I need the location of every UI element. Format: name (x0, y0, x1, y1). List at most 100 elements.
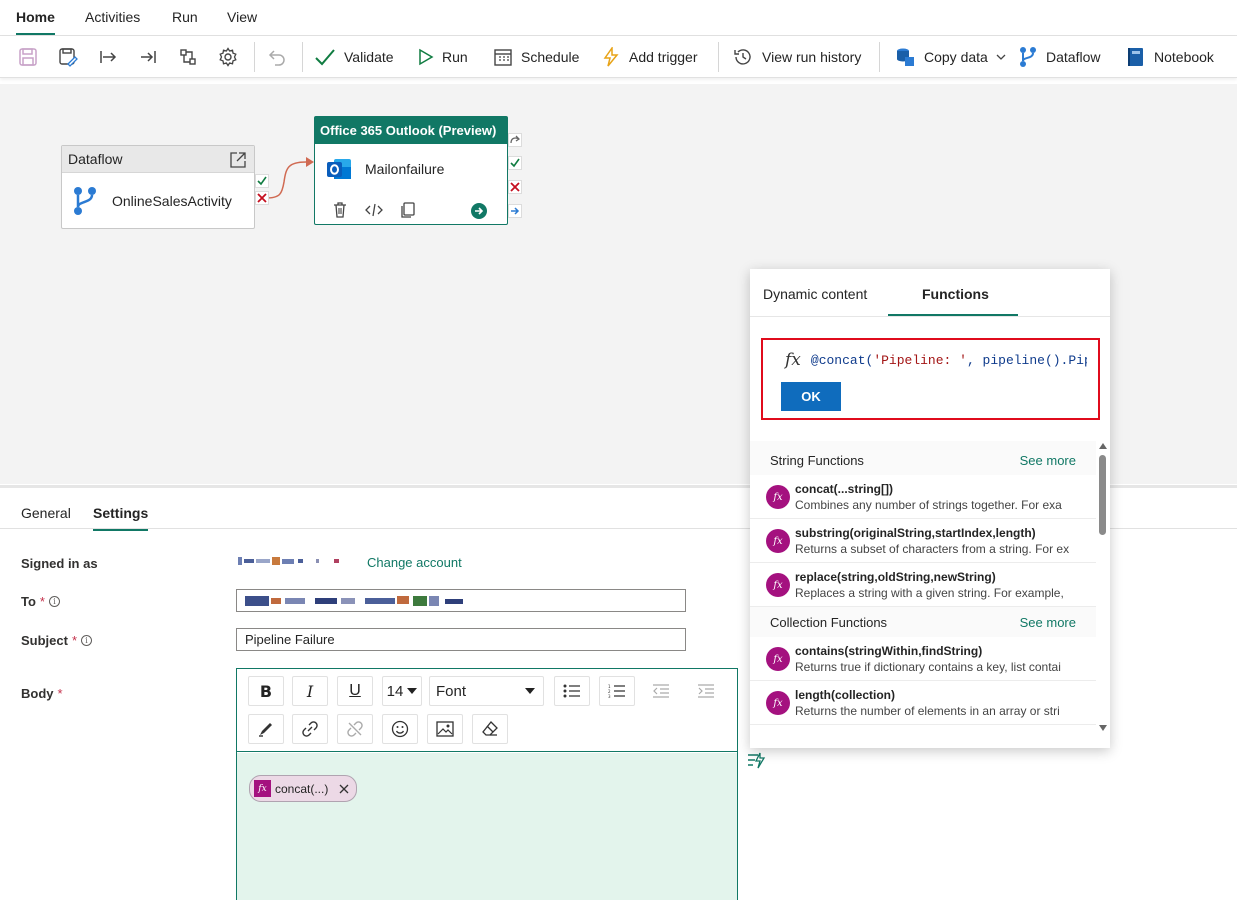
underline-button[interactable]: U (337, 676, 373, 706)
code-icon[interactable] (365, 201, 383, 219)
to-field[interactable] (236, 589, 686, 612)
outlook-activity[interactable]: Office 365 Outlook (Preview) Mailonfailu… (314, 116, 508, 225)
dataflow-icon (1020, 47, 1036, 67)
caret-down-icon (407, 688, 418, 694)
chip-label: concat(...) (275, 781, 329, 796)
expression-rest: , pipeline().Pip (966, 352, 1087, 368)
tab-dynamic-content[interactable]: Dynamic content (763, 286, 867, 302)
see-more-link[interactable]: See more (1020, 615, 1076, 630)
go-arrow-icon[interactable] (471, 203, 487, 219)
tab-functions[interactable]: Functions (922, 286, 989, 302)
scroll-thumb[interactable] (1099, 455, 1106, 535)
toolbar-divider (718, 42, 719, 72)
skipped-arrow-icon[interactable] (508, 133, 522, 147)
validate-button[interactable]: Validate (314, 44, 394, 70)
section-header: Collection Functions See more (750, 606, 1096, 638)
completion-arrow-icon[interactable] (508, 204, 522, 218)
highlight-pen-button[interactable] (248, 714, 284, 744)
function-item[interactable]: fx substring(originalString,startIndex,l… (750, 519, 1096, 563)
view-run-history-button[interactable]: View run history (732, 44, 861, 70)
open-external-icon[interactable] (229, 151, 247, 169)
bold-button[interactable]: B (248, 676, 284, 706)
schedule-button[interactable]: Schedule (493, 44, 579, 70)
decrease-indent-button[interactable] (643, 676, 679, 706)
tab-settings[interactable]: Settings (93, 505, 149, 531)
fx-icon: fx (254, 780, 271, 797)
add-trigger-label: Add trigger (629, 49, 698, 65)
function-item-partial[interactable]: fx (750, 725, 1096, 735)
body-content-area[interactable]: fx concat(...) (237, 753, 737, 900)
delete-icon[interactable] (331, 201, 349, 219)
close-icon[interactable] (338, 783, 350, 795)
font-size-select[interactable]: 14 (382, 676, 422, 706)
failure-x-icon[interactable] (255, 191, 269, 205)
function-item[interactable]: fx contains(stringWithin,findString) Ret… (750, 637, 1096, 681)
insert-image-button[interactable] (427, 714, 463, 744)
function-item[interactable]: fx concat(...string[]) Combines any numb… (750, 475, 1096, 519)
failure-x-icon[interactable] (508, 180, 522, 194)
required-asterisk: * (39, 594, 45, 609)
tab-activities[interactable]: Activities (85, 9, 140, 25)
increase-indent-button[interactable] (688, 676, 724, 706)
auto-layout-icon[interactable] (176, 45, 200, 69)
success-check-icon[interactable] (255, 174, 269, 188)
save-icon[interactable] (16, 45, 40, 69)
tab-home[interactable]: Home (16, 9, 55, 35)
move-end-icon[interactable] (136, 45, 160, 69)
bullet-list-button[interactable] (554, 676, 590, 706)
add-trigger-button[interactable]: Add trigger (601, 44, 697, 70)
save-as-icon[interactable] (56, 45, 80, 69)
toolbar: Validate Run Schedule Add trigger View r… (0, 36, 1237, 78)
expression-chip[interactable]: fx concat(...) (249, 775, 358, 802)
expression-input[interactable]: fx @concat( 'Pipeline: ' , pipeline().Pi… (779, 344, 1087, 376)
dataflow-button[interactable]: Dataflow (1018, 44, 1100, 70)
fx-icon: fx (766, 573, 790, 597)
tab-general[interactable]: General (21, 505, 71, 521)
dataflow-activity[interactable]: Dataflow OnlineSalesActivity (61, 145, 255, 229)
fx-icon: fx (766, 647, 790, 671)
tab-run[interactable]: Run (172, 9, 198, 25)
numbered-list-button[interactable]: 123 (599, 676, 635, 706)
emoji-button[interactable] (382, 714, 418, 744)
notebook-button[interactable]: Notebook (1126, 44, 1214, 70)
function-item[interactable]: fx length(collection) Returns the number… (750, 681, 1096, 725)
function-desc: Replaces a string with a given string. F… (795, 586, 1064, 600)
clear-format-button[interactable] (472, 714, 508, 744)
link-button[interactable] (292, 714, 328, 744)
font-family-select[interactable]: Font (429, 676, 544, 706)
functions-panel: Dynamic content Functions fx @concat( 'P… (750, 269, 1110, 748)
info-icon[interactable]: i (81, 635, 93, 646)
redacted-recipients (245, 596, 475, 606)
subject-field[interactable]: Pipeline Failure (236, 628, 686, 651)
dynamic-content-icon[interactable] (746, 751, 766, 769)
copy-icon[interactable] (399, 201, 417, 219)
function-list: String Functions See more fx concat(...s… (750, 441, 1096, 735)
validate-label: Validate (344, 49, 394, 65)
section-title: String Functions (770, 452, 864, 468)
undo-icon[interactable] (265, 45, 289, 69)
see-more-link[interactable]: See more (1020, 453, 1076, 468)
success-check-icon[interactable] (508, 156, 522, 170)
function-desc: Returns true if dictionary contains a ke… (795, 660, 1061, 674)
function-name: length(collection) (795, 688, 895, 702)
move-right-icon[interactable] (96, 45, 120, 69)
run-button[interactable]: Run (418, 44, 468, 70)
italic-button[interactable]: I (292, 676, 328, 706)
function-name: contains(stringWithin,findString) (795, 644, 983, 658)
scroll-down-icon[interactable] (1099, 725, 1107, 731)
dataflow-label: Dataflow (1046, 49, 1101, 65)
run-label: Run (442, 49, 468, 65)
gear-icon[interactable] (216, 45, 240, 69)
editor-toolbar: B I U 14 Font 123 (237, 669, 737, 752)
ok-button[interactable]: OK (781, 382, 841, 411)
tab-view[interactable]: View (227, 9, 257, 25)
function-list-scrollbar[interactable] (1097, 441, 1109, 735)
change-account-link[interactable]: Change account (367, 555, 462, 570)
copy-data-button[interactable]: Copy data (894, 44, 1006, 70)
scroll-up-icon[interactable] (1099, 443, 1107, 449)
info-icon[interactable]: i (48, 596, 60, 607)
fx-icon: fx (766, 691, 790, 715)
redacted-account (238, 557, 343, 565)
function-item[interactable]: fx replace(string,oldString,newString) R… (750, 563, 1096, 607)
unlink-button[interactable] (337, 714, 373, 744)
